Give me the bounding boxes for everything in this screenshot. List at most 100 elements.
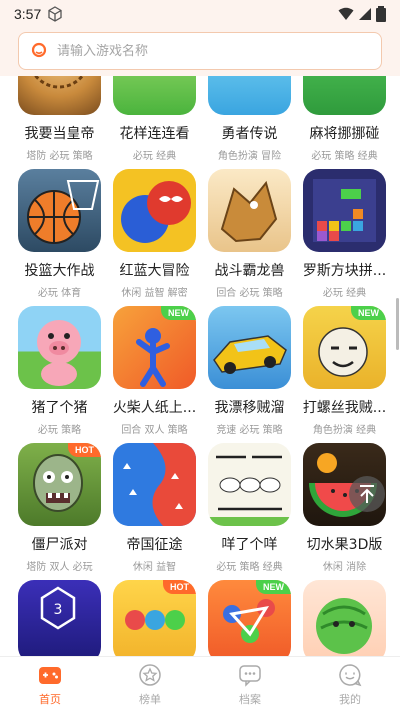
game-tags: 回合 双人 策略 — [121, 425, 188, 436]
game-name: 猪了个猪 — [31, 400, 88, 416]
game-card[interactable]: 战斗霸龙兽 回合 必玩 策略 — [202, 169, 297, 306]
among-us-character-icon[interactable] — [208, 76, 291, 115]
search-input[interactable] — [57, 43, 357, 59]
game-card[interactable]: 帝国征途 休闲 益智 — [107, 443, 202, 580]
hot-badge: HOT — [163, 580, 196, 594]
game-name: 罗斯方块拼... — [302, 263, 387, 279]
nav-label: 首页 — [39, 693, 61, 706]
game-tags: 休闲 益智 — [132, 562, 177, 573]
status-bar: 3:57 — [0, 0, 400, 28]
search-icon — [31, 42, 47, 58]
game-name: 打螺丝我贼... — [302, 400, 387, 416]
game-tags: 必玩 经典 — [132, 151, 177, 162]
game-card[interactable]: 红蓝大冒险 休闲 益智 解密 — [107, 169, 202, 306]
game-tags: 休闲 消除 — [322, 562, 367, 573]
number-hex-icon[interactable]: 3 — [18, 580, 101, 656]
territory-split-icon[interactable] — [113, 443, 196, 526]
header — [0, 28, 400, 76]
mahjong-tile-icon[interactable] — [113, 76, 196, 115]
game-name: 帝国征途 — [126, 537, 183, 553]
hot-badge: HOT — [68, 443, 101, 457]
nav-label: 我的 — [339, 693, 361, 706]
ball-sort-icon[interactable]: HOT — [113, 580, 196, 656]
game-card[interactable]: 罗斯方块拼... 必玩 经典 — [297, 169, 392, 306]
game-card[interactable]: 花样连连看 必玩 经典 — [107, 76, 202, 169]
game-name: 切水果3D版 — [306, 537, 383, 553]
signal-icon — [359, 8, 371, 20]
game-tags: 竞速 必玩 策略 — [216, 425, 283, 436]
status-time: 3:57 — [14, 6, 42, 22]
new-badge: NEW — [161, 306, 196, 320]
game-card[interactable]: HOT 僵尸派对 塔防 双人 必玩 — [12, 443, 107, 580]
game-name: 麻将挪挪碰 — [309, 126, 380, 142]
game-card[interactable]: 猪了个猪 必玩 策略 — [12, 306, 107, 443]
game-tags: 必玩 策略 — [37, 425, 82, 436]
game-card[interactable]: NEW 打螺丝我贼... 角色扮演 经典 — [297, 306, 392, 443]
svg-text:3: 3 — [54, 602, 63, 618]
game-card[interactable] — [297, 580, 392, 656]
nav-label: 榜单 — [139, 693, 161, 706]
game-tags: 必玩 经典 — [322, 288, 367, 299]
star-ranking-icon — [139, 664, 161, 686]
nav-item-ranking[interactable]: 榜单 — [100, 657, 200, 710]
stickman-icon[interactable]: NEW — [113, 306, 196, 389]
new-badge: NEW — [256, 580, 291, 594]
profile-chat-icon — [339, 664, 362, 687]
watermelon-merge-icon[interactable] — [303, 580, 386, 656]
sheep-icon[interactable] — [208, 443, 291, 526]
game-grid: 我要当皇帝 塔防 必玩 策略 花样连连看 必玩 经典 勇者传说 角色扮演 冒险 … — [0, 76, 400, 656]
game-tags: 必玩 策略 经典 — [311, 151, 378, 162]
zombie-icon[interactable]: HOT — [18, 443, 101, 526]
game-tags: 角色扮演 冒险 — [217, 151, 282, 162]
game-card[interactable]: 咩了个咩 必玩 策略 经典 — [202, 443, 297, 580]
game-tags: 必玩 体育 — [37, 288, 82, 299]
status-indicators — [338, 6, 386, 22]
back-to-top-button[interactable] — [349, 476, 385, 512]
meme-face-icon[interactable]: NEW — [303, 306, 386, 389]
nav-item-home[interactable]: 首页 — [0, 657, 100, 710]
game-card[interactable]: 3 — [12, 580, 107, 656]
game-card[interactable]: 麻将挪挪碰 必玩 策略 经典 — [297, 76, 392, 169]
wifi-icon — [338, 7, 354, 20]
game-name: 我漂移贼溜 — [214, 400, 285, 416]
game-card[interactable]: 勇者传说 角色扮演 冒险 — [202, 76, 297, 169]
game-tags: 回合 必玩 策略 — [216, 288, 283, 299]
cube-icon — [48, 6, 62, 22]
game-card[interactable]: HOT — [107, 580, 202, 656]
game-tags: 塔防 必玩 策略 — [26, 151, 93, 162]
game-name: 投篮大作战 — [24, 263, 95, 279]
block-puzzle-icon[interactable] — [303, 169, 386, 252]
nav-item-profile[interactable]: 我的 — [300, 657, 400, 710]
nav-label: 档案 — [239, 693, 261, 706]
basketball-icon[interactable] — [18, 169, 101, 252]
game-grid-area[interactable]: 我要当皇帝 塔防 必玩 策略 花样连连看 必玩 经典 勇者传说 角色扮演 冒险 … — [0, 76, 400, 656]
new-badge: NEW — [351, 306, 386, 320]
game-name: 咩了个咩 — [221, 537, 278, 553]
game-card[interactable]: 切水果3D版 休闲 消除 — [297, 443, 392, 580]
emperor-game-icon[interactable] — [18, 76, 101, 115]
game-tags: 角色扮演 经典 — [312, 425, 377, 436]
game-name: 僵尸派对 — [31, 537, 88, 553]
game-card[interactable]: 我漂移贼溜 竞速 必玩 策略 — [202, 306, 297, 443]
game-name: 勇者传说 — [221, 126, 278, 142]
game-card[interactable]: 投篮大作战 必玩 体育 — [12, 169, 107, 306]
game-name: 红蓝大冒险 — [119, 263, 190, 279]
game-card[interactable]: NEW — [202, 580, 297, 656]
arrow-up-icon — [360, 485, 374, 503]
racing-car-icon[interactable] — [208, 306, 291, 389]
dragon-mech-icon[interactable] — [208, 169, 291, 252]
nav-item-archive[interactable]: 档案 — [200, 657, 300, 710]
game-name: 我要当皇帝 — [24, 126, 95, 142]
dots-connect-icon[interactable]: NEW — [208, 580, 291, 656]
scrollbar-thumb[interactable] — [396, 298, 399, 350]
game-name: 火柴人纸上... — [112, 400, 197, 416]
game-tags: 必玩 策略 经典 — [216, 562, 283, 573]
red-blue-heroes-icon[interactable] — [113, 169, 196, 252]
search-box[interactable] — [18, 32, 382, 70]
game-card[interactable]: NEW 火柴人纸上... 回合 双人 策略 — [107, 306, 202, 443]
bottom-nav: 首页 榜单 档案 我的 — [0, 656, 400, 710]
pig-icon[interactable] — [18, 306, 101, 389]
game-tags: 休闲 益智 解密 — [121, 288, 188, 299]
game-card[interactable]: 我要当皇帝 塔防 必玩 策略 — [12, 76, 107, 169]
mahjong-stack-icon[interactable] — [303, 76, 386, 115]
